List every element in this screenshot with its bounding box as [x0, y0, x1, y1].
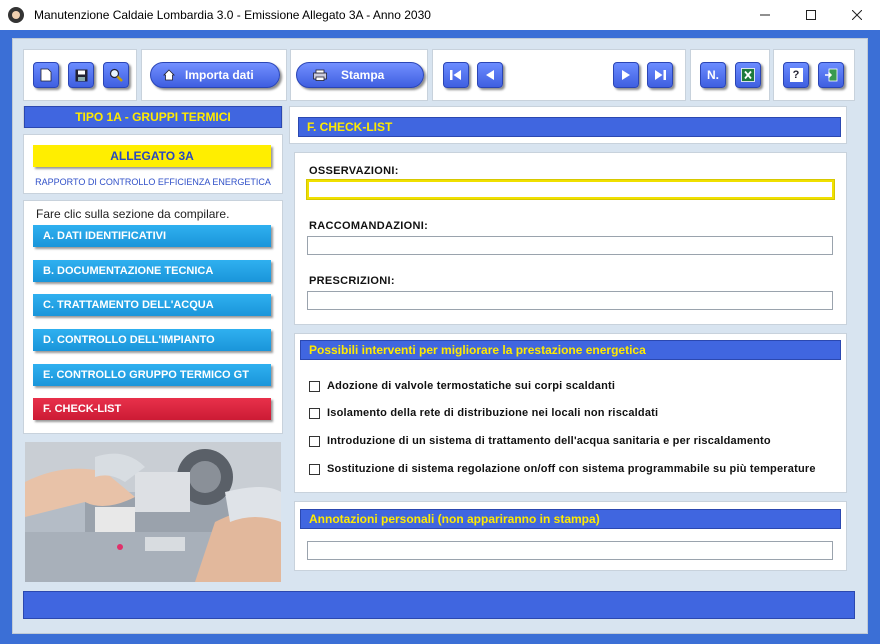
toolbar-tools-group: N.	[690, 49, 770, 101]
last-record-button[interactable]	[647, 62, 673, 88]
search-button[interactable]	[103, 62, 129, 88]
window-title: Manutenzione Caldaie Lombardia 3.0 - Emi…	[34, 8, 431, 22]
maximize-icon[interactable]	[788, 0, 834, 30]
intervento-4-label: Sostituzione di sistema regolazione on/o…	[327, 463, 816, 475]
rapporto-label: RAPPORTO DI CONTROLLO EFFICIENZA ENERGET…	[35, 177, 271, 187]
intervento-3-label: Introduzione di un sistema di trattament…	[327, 435, 771, 447]
print-label: Stampa	[341, 68, 385, 82]
section-b-button[interactable]: B. DOCUMENTAZIONE TECNICA	[33, 260, 271, 282]
toolbar-file-group	[23, 49, 137, 101]
intervento-3-row[interactable]: Introduzione di un sistema di trattament…	[309, 435, 771, 447]
section-d-button[interactable]: D. CONTROLLO DELL'IMPIANTO	[33, 329, 271, 351]
close-icon[interactable]	[834, 0, 880, 30]
intervento-4-row[interactable]: Sostituzione di sistema regolazione on/o…	[309, 463, 816, 475]
exit-icon	[825, 68, 838, 82]
osservazioni-label: OSSERVAZIONI:	[309, 165, 399, 177]
intervento-2-row[interactable]: Isolamento della rete di distribuzione n…	[309, 407, 658, 419]
new-document-icon	[40, 68, 52, 82]
previous-record-button[interactable]	[477, 62, 503, 88]
next-record-button[interactable]	[613, 62, 639, 88]
print-button[interactable]: Stampa	[296, 62, 424, 88]
interventi-title: Possibili interventi per migliorare la p…	[300, 340, 841, 360]
intervento-1-row[interactable]: Adozione di valvole termostatiche sui co…	[309, 380, 615, 392]
section-e-button[interactable]: E. CONTROLLO GRUPPO TERMICO GT	[33, 364, 271, 386]
section-title: F. CHECK-LIST	[298, 117, 841, 137]
toolbar-print-group: Stampa	[290, 49, 428, 101]
title-bar: Manutenzione Caldaie Lombardia 3.0 - Emi…	[0, 0, 880, 30]
save-button[interactable]	[68, 62, 94, 88]
prescrizioni-field[interactable]	[307, 291, 833, 310]
printer-icon	[313, 69, 327, 81]
sections-hint: Fare clic sulla sezione da compilare.	[36, 207, 230, 221]
osservazioni-field[interactable]	[307, 180, 834, 199]
status-bar	[23, 591, 855, 619]
exit-button[interactable]	[818, 62, 844, 88]
intervento-3-checkbox[interactable]	[309, 435, 320, 447]
previous-record-icon	[486, 70, 494, 80]
allegato-3a-button[interactable]: ALLEGATO 3A	[33, 145, 271, 167]
main-frame: Importa dati Stampa N. ? TIPO 1A - GRUPP…	[12, 38, 868, 634]
app-icon	[8, 7, 24, 23]
search-icon	[109, 68, 123, 82]
intervento-2-label: Isolamento della rete di distribuzione n…	[327, 407, 659, 419]
excel-icon	[741, 68, 755, 82]
number-label: N.	[707, 68, 719, 82]
boiler-photo	[25, 442, 281, 582]
first-record-icon	[450, 70, 461, 80]
save-icon	[75, 69, 87, 81]
intervento-2-checkbox[interactable]	[309, 407, 320, 419]
tipo-header: TIPO 1A - GRUPPI TERMICI	[24, 106, 282, 128]
section-f-button[interactable]: F. CHECK-LIST	[33, 398, 271, 420]
toolbar-help-group: ?	[773, 49, 855, 101]
intervento-1-checkbox[interactable]	[309, 380, 320, 392]
minimize-icon[interactable]	[742, 0, 788, 30]
first-record-button[interactable]	[443, 62, 469, 88]
excel-export-button[interactable]	[735, 62, 761, 88]
section-a-button[interactable]: A. DATI IDENTIFICATIVI	[33, 225, 271, 247]
number-button[interactable]: N.	[700, 62, 726, 88]
raccomandazioni-field[interactable]	[307, 236, 833, 255]
help-button[interactable]: ?	[783, 62, 809, 88]
intervento-1-label: Adozione di valvole termostatiche sui co…	[327, 380, 616, 392]
annotazioni-field[interactable]	[307, 541, 833, 560]
new-document-button[interactable]	[33, 62, 59, 88]
toolbar-import-group: Importa dati	[141, 49, 287, 101]
annotazioni-title: Annotazioni personali (non appariranno i…	[300, 509, 841, 529]
prescrizioni-label: PRESCRIZIONI:	[309, 275, 395, 287]
raccomandazioni-label: RACCOMANDAZIONI:	[309, 220, 429, 232]
section-c-button[interactable]: C. TRATTAMENTO DELL'ACQUA	[33, 294, 271, 316]
toolbar-navigation-group	[432, 49, 686, 101]
last-record-icon	[655, 70, 666, 80]
home-icon	[163, 69, 175, 81]
import-data-button[interactable]: Importa dati	[150, 62, 280, 88]
import-data-label: Importa dati	[185, 68, 254, 82]
intervento-4-checkbox[interactable]	[309, 463, 320, 475]
window-controls	[742, 0, 880, 30]
help-icon: ?	[789, 68, 803, 82]
next-record-icon	[622, 70, 630, 80]
